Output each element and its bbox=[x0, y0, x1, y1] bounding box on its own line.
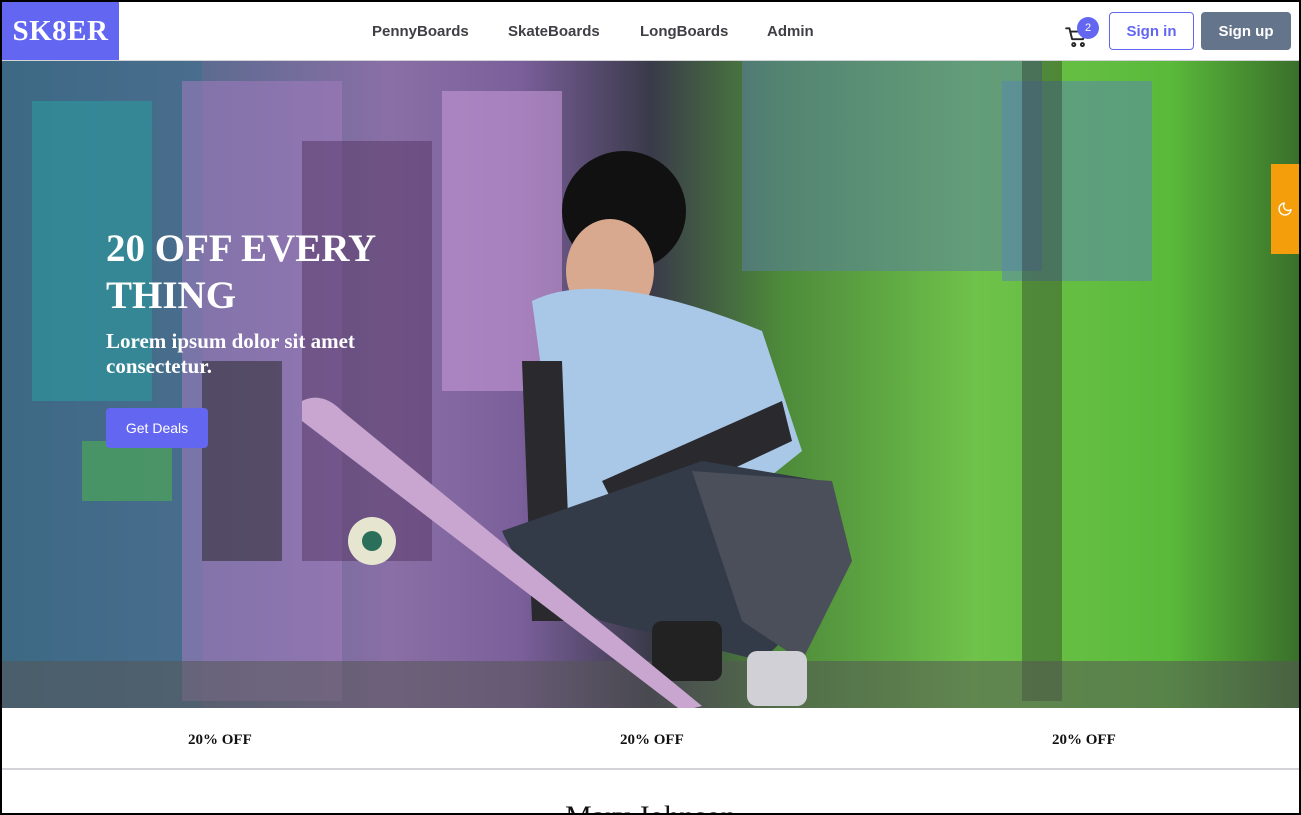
hero-image bbox=[2, 61, 1299, 708]
testimonial-section: Mary Johnson bbox=[2, 770, 1299, 813]
nav-link-pennyboards[interactable]: PennyBoards bbox=[372, 23, 469, 40]
nav-link-skateboards[interactable]: SkateBoards bbox=[508, 23, 600, 40]
promo-strip: 20% OFF 20% OFF 20% OFF bbox=[2, 708, 1299, 770]
hero-title: 20 OFF EVERY THING bbox=[106, 227, 375, 317]
nav-link-admin[interactable]: Admin bbox=[767, 23, 814, 40]
cart-count-badge: 2 bbox=[1077, 17, 1099, 39]
sign-up-button[interactable]: Sign up bbox=[1201, 12, 1291, 50]
section-title: Mary Johnson bbox=[2, 800, 1299, 813]
theme-toggle-button[interactable] bbox=[1271, 164, 1299, 254]
promo-item: 20% OFF bbox=[1052, 732, 1116, 748]
nav-link-longboards[interactable]: LongBoards bbox=[640, 23, 728, 40]
promo-item: 20% OFF bbox=[188, 732, 252, 748]
sign-in-button[interactable]: Sign in bbox=[1109, 12, 1194, 50]
get-deals-button[interactable]: Get Deals bbox=[106, 408, 208, 448]
moon-icon bbox=[1278, 202, 1292, 216]
nav-links: PennyBoards SkateBoards LongBoards Admin bbox=[2, 2, 1299, 61]
page: SK8ER PennyBoards SkateBoards LongBoards… bbox=[2, 2, 1299, 813]
hero-subtitle: Lorem ipsum dolor sit amet consectetur. bbox=[106, 329, 355, 378]
promo-item: 20% OFF bbox=[620, 732, 684, 748]
navbar: SK8ER PennyBoards SkateBoards LongBoards… bbox=[2, 2, 1299, 61]
hero-banner: 20 OFF EVERY THING Lorem ipsum dolor sit… bbox=[2, 61, 1299, 708]
